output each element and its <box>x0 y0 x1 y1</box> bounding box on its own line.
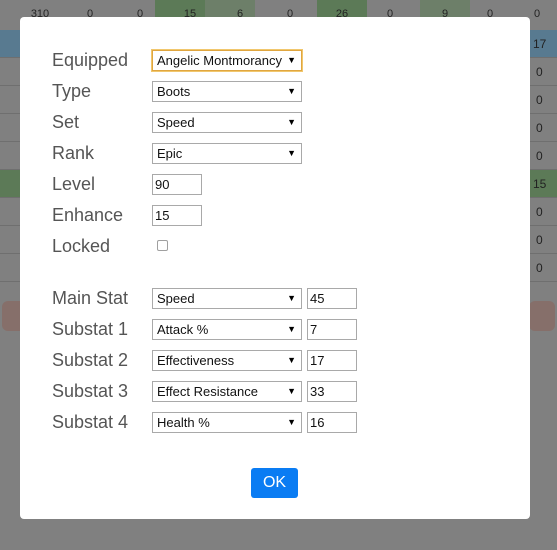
substat-4-row: Substat 4 Health % ▼ 16 <box>20 411 530 433</box>
bg-cell: 0 <box>536 233 543 247</box>
main-stat-select-value: Speed <box>157 291 195 306</box>
level-input[interactable]: 90 <box>152 174 202 195</box>
substat-3-value-input[interactable]: 33 <box>307 381 357 402</box>
substat-3-select[interactable]: Effect Resistance ▼ <box>152 381 302 402</box>
bg-cell: 15 <box>533 177 547 191</box>
level-row: Level 90 <box>20 173 530 195</box>
main-stat-value-input[interactable]: 45 <box>307 288 357 309</box>
equipped-select-value: Angelic Montmorancy <box>157 53 282 68</box>
substat-4-value-input[interactable]: 16 <box>307 412 357 433</box>
substat-1-label: Substat 1 <box>52 319 129 339</box>
dropdown-arrow-icon: ▼ <box>287 148 296 158</box>
dropdown-arrow-icon: ▼ <box>287 355 296 365</box>
substat-2-select-value: Effectiveness <box>157 353 235 368</box>
substat-2-value-input[interactable]: 17 <box>307 350 357 371</box>
main-stat-label: Main Stat <box>52 288 129 308</box>
rank-label: Rank <box>52 143 95 163</box>
dropdown-arrow-icon: ▼ <box>287 55 296 65</box>
set-select[interactable]: Speed ▼ <box>152 112 302 133</box>
bg-cell: 0 <box>536 93 543 107</box>
edit-item-dialog: Equipped Angelic Montmorancy ▼ Type Boot… <box>20 17 530 519</box>
equipped-select[interactable]: Angelic Montmorancy ▼ <box>151 49 303 72</box>
dropdown-arrow-icon: ▼ <box>287 324 296 334</box>
bg-cell: 0 <box>536 261 543 275</box>
dropdown-arrow-icon: ▼ <box>287 386 296 396</box>
equipped-row: Equipped Angelic Montmorancy ▼ <box>20 49 530 72</box>
substat-2-row: Substat 2 Effectiveness ▼ 17 <box>20 349 530 371</box>
set-select-value: Speed <box>157 115 195 130</box>
bg-cell: 0 <box>536 149 543 163</box>
substat-1-row: Substat 1 Attack % ▼ 7 <box>20 318 530 340</box>
bg-cell: 0 <box>536 65 543 79</box>
locked-row: Locked <box>20 235 530 257</box>
enhance-row: Enhance 15 <box>20 204 530 226</box>
rank-select[interactable]: Epic ▼ <box>152 143 302 164</box>
enhance-input[interactable]: 15 <box>152 205 202 226</box>
rank-select-value: Epic <box>157 146 183 161</box>
type-label: Type <box>52 81 92 101</box>
substat-4-label: Substat 4 <box>52 412 129 432</box>
locked-label: Locked <box>52 236 111 256</box>
substat-3-select-value: Effect Resistance <box>157 384 258 399</box>
substat-1-select-value: Attack % <box>157 322 209 337</box>
type-select-value: Boots <box>157 84 191 99</box>
ok-button[interactable]: OK <box>251 468 298 498</box>
bg-cell: 0 <box>536 121 543 135</box>
locked-checkbox[interactable] <box>157 240 168 251</box>
main-stat-select[interactable]: Speed ▼ <box>152 288 302 309</box>
substat-2-label: Substat 2 <box>52 350 129 370</box>
bg-cell: 17 <box>533 37 547 51</box>
substat-4-select-value: Health % <box>157 415 210 430</box>
bg-cell: 0 <box>536 205 543 219</box>
substat-2-select[interactable]: Effectiveness ▼ <box>152 350 302 371</box>
substat-4-select[interactable]: Health % ▼ <box>152 412 302 433</box>
type-select[interactable]: Boots ▼ <box>152 81 302 102</box>
enhance-label: Enhance <box>52 205 124 225</box>
set-row: Set Speed ▼ <box>20 111 530 133</box>
dropdown-arrow-icon: ▼ <box>287 293 296 303</box>
dropdown-arrow-icon: ▼ <box>287 417 296 427</box>
substat-1-value-input[interactable]: 7 <box>307 319 357 340</box>
rank-row: Rank Epic ▼ <box>20 142 530 164</box>
main-stat-row: Main Stat Speed ▼ 45 <box>20 287 530 309</box>
level-label: Level <box>52 174 96 194</box>
type-row: Type Boots ▼ <box>20 80 530 102</box>
dropdown-arrow-icon: ▼ <box>287 117 296 127</box>
substat-3-row: Substat 3 Effect Resistance ▼ 33 <box>20 380 530 402</box>
set-label: Set <box>52 112 80 132</box>
hero-emblem-icon <box>529 301 555 331</box>
substat-1-select[interactable]: Attack % ▼ <box>152 319 302 340</box>
dropdown-arrow-icon: ▼ <box>287 86 296 96</box>
equipped-label: Equipped <box>52 50 129 70</box>
substat-3-label: Substat 3 <box>52 381 129 401</box>
